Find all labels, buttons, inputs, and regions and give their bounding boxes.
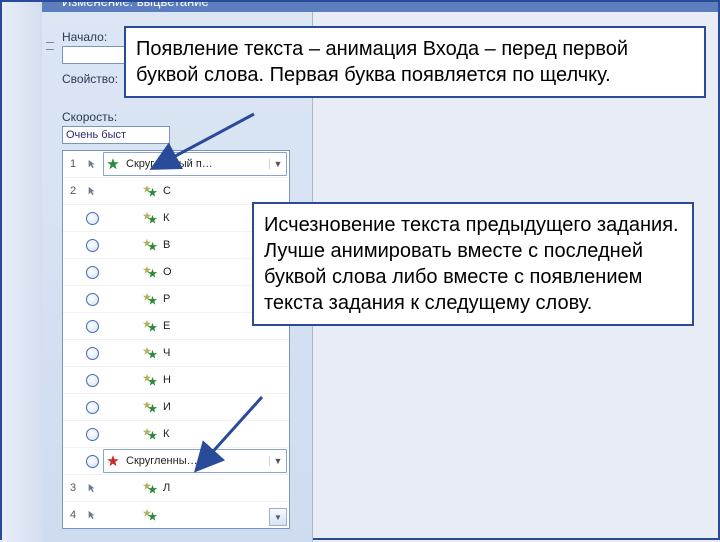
item-label: Н: [159, 374, 289, 386]
item-label: Скругленны…: [122, 455, 269, 467]
list-item[interactable]: Скругленны…▼: [63, 448, 289, 475]
clock-trigger-icon: [83, 347, 101, 360]
item-label: Л: [159, 482, 289, 494]
speed-input[interactable]: [62, 126, 170, 144]
clock-trigger-icon: [83, 455, 101, 468]
item-label: Скругленный п…: [122, 158, 269, 170]
item-sequence-number: 3: [63, 482, 83, 494]
dual-star-icon: [119, 265, 159, 279]
label-start: Начало:: [62, 30, 107, 44]
entrance-star-icon: [104, 157, 122, 171]
dual-star-icon: [119, 481, 159, 495]
dual-star-icon: [119, 508, 159, 522]
callout-exit-animation: Исчезновение текста предыдущего задания.…: [252, 202, 694, 326]
list-item[interactable]: 2С: [63, 178, 289, 205]
callout-text: Появление текста – анимация Входа – пере…: [136, 38, 628, 86]
dual-star-icon: [119, 238, 159, 252]
mouse-trigger-icon: [83, 482, 101, 494]
clock-trigger-icon: [83, 293, 101, 306]
list-item[interactable]: 4: [63, 502, 289, 528]
selected-item-box[interactable]: Скругленный п…▼: [103, 152, 287, 176]
item-sequence-number: 1: [63, 158, 83, 170]
item-sequence-number: 2: [63, 185, 83, 197]
selected-item-box[interactable]: Скругленны…▼: [103, 449, 287, 473]
dual-star-icon: [119, 427, 159, 441]
pane-header: Изменение: выцветание: [42, 2, 718, 12]
list-item[interactable]: И: [63, 394, 289, 421]
item-label: И: [159, 401, 289, 413]
item-sequence-number: 4: [63, 509, 83, 521]
dual-star-icon: [119, 319, 159, 333]
label-property: Свойство:: [62, 72, 118, 86]
clock-trigger-icon: [83, 320, 101, 333]
pane-grip-icon[interactable]: [46, 42, 54, 50]
mouse-trigger-icon: [83, 185, 101, 197]
list-item[interactable]: Ч: [63, 340, 289, 367]
clock-trigger-icon: [83, 374, 101, 387]
callout-entry-animation: Появление текста – анимация Входа – пере…: [124, 26, 706, 98]
clock-trigger-icon: [83, 212, 101, 225]
side-toolbar-strip: [2, 2, 43, 542]
clock-trigger-icon: [83, 239, 101, 252]
callout-text: Исчезновение текста предыдущего задания.…: [264, 214, 679, 314]
item-label: Ч: [159, 347, 289, 359]
list-item[interactable]: 3Л: [63, 475, 289, 502]
item-label: К: [159, 428, 289, 440]
clock-trigger-icon: [83, 266, 101, 279]
dual-star-icon: [119, 292, 159, 306]
list-item[interactable]: 1 Скругленный п…▼: [63, 151, 289, 178]
dual-star-icon: [119, 346, 159, 360]
mouse-trigger-icon: [83, 158, 101, 170]
list-item[interactable]: Н: [63, 367, 289, 394]
clock-trigger-icon: [83, 401, 101, 414]
exit-star-icon: [104, 454, 122, 468]
dual-star-icon: [119, 400, 159, 414]
pane-title: Изменение: выцветание: [62, 2, 209, 9]
mouse-trigger-icon: [83, 509, 101, 521]
dual-star-icon: [119, 211, 159, 225]
clock-trigger-icon: [83, 428, 101, 441]
item-label: С: [159, 185, 289, 197]
chevron-down-icon[interactable]: ▼: [269, 456, 286, 466]
dual-star-icon: [119, 373, 159, 387]
list-item[interactable]: К: [63, 421, 289, 448]
chevron-down-icon[interactable]: ▼: [269, 159, 286, 169]
dual-star-icon: [119, 184, 159, 198]
label-speed: Скорость:: [62, 110, 117, 124]
